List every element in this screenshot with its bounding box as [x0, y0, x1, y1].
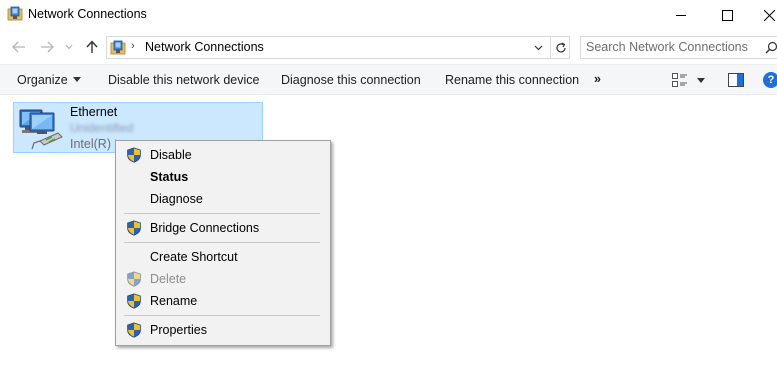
maximize-button[interactable] [704, 0, 750, 30]
connections-list: Ethernet Unidentified Intel(R) E Disable… [0, 96, 777, 371]
menu-item-label: Bridge Connections [150, 221, 260, 235]
connection-name: Ethernet [70, 105, 118, 119]
up-arrow-icon [86, 40, 98, 53]
up-button[interactable] [83, 38, 101, 56]
breadcrumb-separator[interactable]: › [131, 40, 135, 52]
close-button[interactable] [750, 0, 777, 30]
view-options-icon [672, 73, 687, 87]
uac-shield-icon [127, 271, 141, 287]
breadcrumb-location[interactable]: Network Connections [145, 40, 264, 54]
menu-item-label: Rename [150, 294, 198, 308]
menu-item-create-shortcut[interactable]: Create Shortcut [118, 246, 328, 268]
address-bar[interactable]: › Network Connections [106, 36, 570, 59]
menu-item-disable[interactable]: Disable [118, 144, 328, 166]
minimize-icon [675, 14, 686, 16]
address-history-button[interactable] [528, 37, 548, 58]
diagnose-connection-button[interactable]: Diagnose this connection [281, 73, 421, 87]
disable-device-button[interactable]: Disable this network device [108, 73, 259, 87]
minimize-button[interactable] [658, 0, 704, 30]
help-button[interactable]: ? [763, 72, 777, 88]
caret-down-icon [72, 77, 81, 82]
context-menu: Disable Status Diagnose Bridge Connectio… [115, 140, 331, 346]
menu-item-label: Properties [150, 323, 207, 337]
command-bar: Organize Disable this network device Dia… [0, 64, 777, 95]
search-icon[interactable] [765, 41, 777, 54]
navigation-row: › Network Connections [0, 32, 777, 62]
menu-separator [124, 242, 320, 243]
menu-item-label: Status [150, 170, 189, 184]
menu-item-label: Delete [150, 272, 187, 286]
connection-status: Unidentified [70, 121, 134, 135]
menu-item-label: Create Shortcut [150, 250, 238, 264]
menu-item-label: Disable [150, 148, 192, 162]
organize-label: Organize [17, 73, 68, 87]
network-folder-icon [7, 6, 23, 21]
chevron-down-icon [534, 45, 543, 50]
connection-device: Intel(R) E [70, 137, 116, 151]
forward-button[interactable] [38, 38, 56, 56]
back-arrow-icon [12, 41, 25, 53]
menu-item-status[interactable]: Status [118, 166, 328, 188]
menu-item-bridge-connections[interactable]: Bridge Connections [118, 217, 328, 239]
uac-shield-icon [127, 220, 141, 236]
ethernet-adapter-icon [19, 109, 63, 150]
menu-item-label: Diagnose [150, 192, 203, 206]
menu-item-properties[interactable]: Properties [118, 319, 328, 341]
preview-pane-button[interactable] [728, 73, 744, 90]
maximize-icon [721, 9, 733, 21]
uac-shield-icon [127, 322, 141, 338]
close-icon [764, 9, 775, 21]
rename-connection-button[interactable]: Rename this connection [445, 73, 579, 87]
menu-item-rename[interactable]: Rename [118, 290, 328, 312]
more-commands-button[interactable]: » [594, 72, 601, 86]
title-bar: Network Connections [0, 0, 777, 30]
chevron-down-icon [65, 44, 73, 50]
menu-item-diagnose[interactable]: Diagnose [118, 188, 328, 210]
search-box[interactable] [580, 36, 777, 59]
menu-item-delete[interactable]: Delete [118, 268, 328, 290]
recent-locations-button[interactable] [63, 38, 75, 56]
change-view-button[interactable] [672, 72, 708, 88]
menu-separator [124, 213, 320, 214]
refresh-button[interactable] [550, 37, 570, 58]
refresh-icon [555, 41, 566, 52]
preview-pane-icon [728, 73, 744, 87]
window-title: Network Connections [28, 7, 147, 21]
caret-down-icon [697, 77, 705, 83]
back-button[interactable] [10, 38, 28, 56]
network-folder-icon [110, 40, 126, 55]
forward-arrow-icon [41, 41, 54, 53]
search-input[interactable] [586, 40, 766, 54]
uac-shield-icon [127, 293, 141, 309]
organize-button[interactable]: Organize [17, 73, 81, 87]
uac-shield-icon [127, 147, 141, 163]
menu-separator [124, 315, 320, 316]
